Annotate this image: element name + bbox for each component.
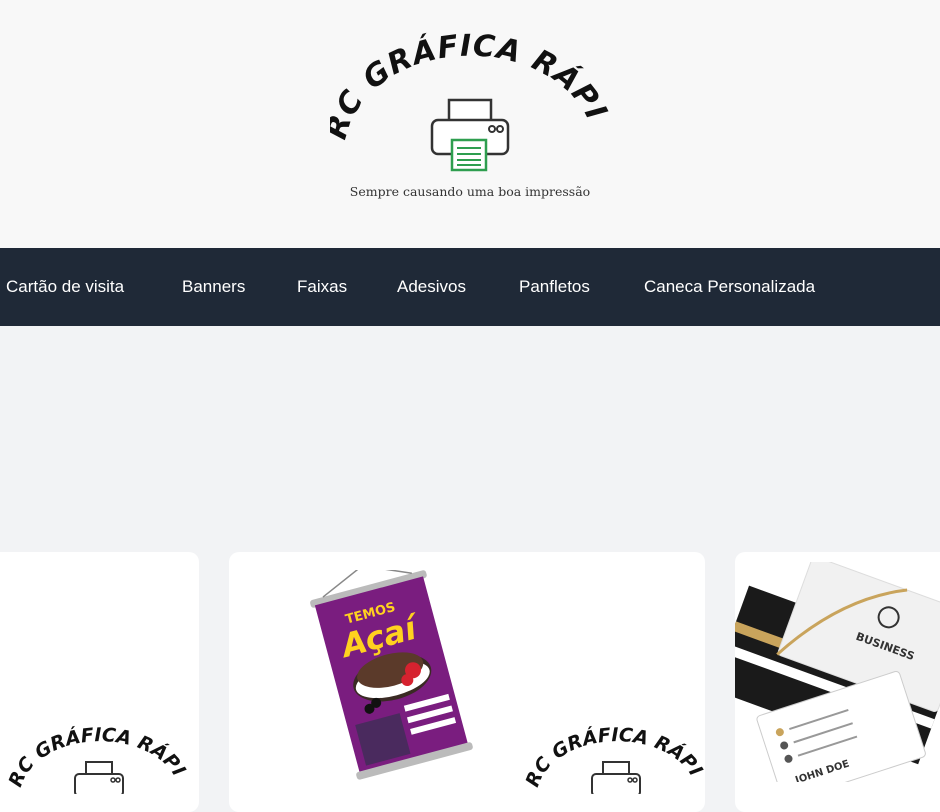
main-nav: Cartão de visita Banners Faixas Adesivos…: [0, 248, 940, 326]
site-header: MRC GRÁFICA RÁPIDA Sempre causando uma b…: [0, 0, 940, 248]
nav-item-adesivos[interactable]: Adesivos: [397, 248, 466, 326]
banner-product-image: TEMOS Açaí: [310, 570, 473, 780]
product-card[interactable]: MRC GRÁFICA RÁPIDA: [0, 552, 199, 812]
printer-icon: [591, 761, 641, 794]
business-card-image: BUSINESS JOHN DOE: [735, 562, 940, 782]
printer-icon: [430, 98, 510, 172]
card-logo-graphic: MRC GRÁFICA RÁPIDA: [8, 714, 188, 794]
nav-item-banners[interactable]: Banners: [182, 248, 245, 326]
nav-item-panfletos[interactable]: Panfletos: [519, 248, 590, 326]
nav-item-caneca-personalizada[interactable]: Caneca Personalizada: [644, 248, 815, 326]
nav-item-faixas[interactable]: Faixas: [297, 248, 347, 326]
product-card[interactable]: TEMOS Açaí MRC GRÁFICA RÁPIDA: [229, 552, 705, 812]
printer-icon: [74, 761, 124, 794]
site-tagline: Sempre causando uma boa impressão: [349, 184, 591, 199]
product-card[interactable]: BUSINESS JOHN DOE: [735, 552, 940, 812]
card-logo-graphic: MRC GRÁFICA RÁPIDA: [525, 714, 705, 794]
nav-item-cartao-de-visita[interactable]: Cartão de visita: [6, 248, 124, 326]
